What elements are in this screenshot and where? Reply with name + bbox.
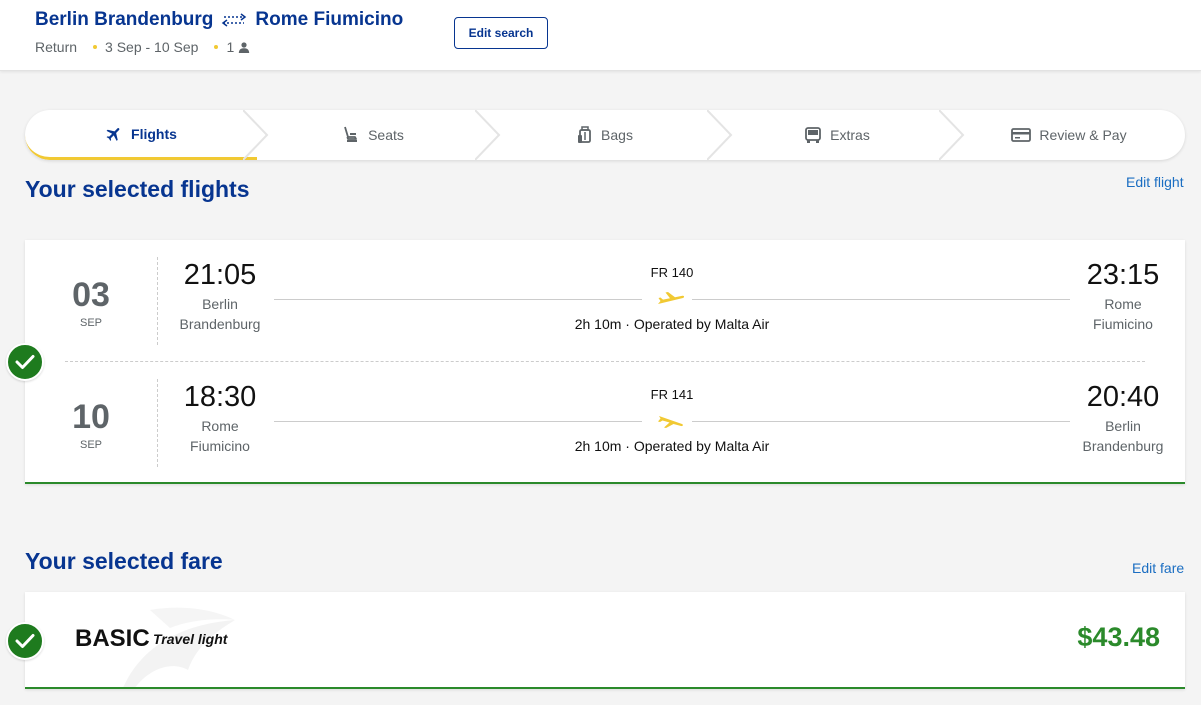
departure-block: 18:30 Rome Fiumicino bbox=[160, 380, 280, 456]
flight-number: FR 140 bbox=[650, 265, 694, 280]
trip-header: Berlin Brandenburg Rome Fiumicino Return… bbox=[0, 0, 1201, 71]
departure-time: 18:30 bbox=[183, 381, 257, 413]
arrival-airport: Brandenburg bbox=[1082, 438, 1164, 454]
step-divider bbox=[707, 110, 733, 160]
seat-icon bbox=[344, 126, 358, 142]
bag-icon bbox=[578, 126, 591, 143]
arrival-city: Berlin bbox=[1105, 418, 1141, 434]
arrival-time: 20:40 bbox=[1086, 381, 1160, 413]
date-day: 10 bbox=[72, 398, 110, 436]
separator-dot bbox=[214, 45, 219, 49]
flights-selected-check-icon bbox=[6, 343, 44, 381]
flight-duration-operator: 2h 10m · Operated by Malta Air bbox=[574, 438, 770, 454]
departure-time: 21:05 bbox=[183, 259, 257, 291]
route-line bbox=[692, 421, 1070, 422]
fare-tagline: Travel light bbox=[153, 631, 228, 647]
step-label: Seats bbox=[368, 127, 404, 143]
departure-city: Rome bbox=[201, 418, 239, 434]
fare-selected-check-icon bbox=[6, 622, 44, 660]
step-label: Bags bbox=[601, 127, 633, 143]
flight-row-outbound: 03 SEP 21:05 Berlin Brandenburg FR 140 2… bbox=[25, 252, 1185, 362]
plane-icon bbox=[106, 127, 120, 141]
card-icon bbox=[1011, 128, 1032, 142]
edit-fare-link[interactable]: Edit fare bbox=[1132, 560, 1184, 576]
flight-row-return: 10 SEP 18:30 Rome Fiumicino FR 141 2h 10… bbox=[25, 374, 1185, 484]
step-flights[interactable]: Flights bbox=[25, 110, 269, 160]
arrival-block: 20:40 Berlin Brandenburg bbox=[1063, 380, 1183, 456]
route-title: Berlin Brandenburg Rome Fiumicino bbox=[35, 9, 403, 31]
arrival-airport: Fiumicino bbox=[1093, 316, 1153, 332]
step-label: Flights bbox=[131, 125, 177, 142]
fare-section-title: Your selected fare bbox=[25, 548, 223, 574]
date-month: SEP bbox=[79, 317, 102, 329]
step-review-pay[interactable]: Review & Pay bbox=[953, 110, 1185, 160]
destination-label: Rome Fiumicino bbox=[255, 9, 404, 30]
arrival-time: 23:15 bbox=[1086, 259, 1160, 291]
date-month: SEP bbox=[79, 439, 102, 451]
plane-takeoff-icon bbox=[658, 292, 685, 304]
arrival-block: 23:15 Rome Fiumicino bbox=[1063, 258, 1183, 334]
date-day: 03 bbox=[72, 276, 110, 314]
fare-name: BASIC bbox=[75, 625, 150, 652]
flights-section-title: Your selected flights bbox=[25, 176, 250, 202]
step-label: Extras bbox=[830, 127, 870, 143]
edit-flight-link[interactable]: Edit flight bbox=[1126, 174, 1184, 190]
trip-type: Return bbox=[35, 39, 78, 55]
route-line bbox=[692, 299, 1070, 300]
departure-airport: Brandenburg bbox=[179, 316, 261, 332]
return-arrows-icon bbox=[222, 13, 247, 27]
departure-block: 21:05 Berlin Brandenburg bbox=[160, 258, 280, 334]
selected-flights-card: 03 SEP 21:05 Berlin Brandenburg FR 140 2… bbox=[25, 240, 1185, 484]
arrival-city: Rome bbox=[1104, 296, 1142, 312]
step-label: Review & Pay bbox=[1039, 127, 1127, 143]
route-line bbox=[274, 299, 642, 300]
flight-number: FR 141 bbox=[650, 387, 694, 402]
trip-dates: 3 Sep - 10 Sep bbox=[105, 39, 199, 55]
passenger-count: 1 bbox=[226, 39, 235, 55]
flight-date: 03 SEP bbox=[25, 257, 158, 345]
flight-date: 10 SEP bbox=[25, 379, 158, 467]
route-line bbox=[274, 421, 642, 422]
step-divider bbox=[939, 110, 965, 160]
departure-airport: Fiumicino bbox=[190, 438, 250, 454]
step-bags[interactable]: Bags bbox=[489, 110, 733, 160]
edit-search-button[interactable]: Edit search bbox=[454, 17, 548, 49]
plane-landing-icon bbox=[658, 416, 683, 428]
step-divider bbox=[475, 110, 501, 160]
flight-duration-operator: 2h 10m · Operated by Malta Air bbox=[574, 316, 770, 332]
trip-meta: Return 3 Sep - 10 Sep 1 bbox=[35, 39, 250, 55]
origin-label: Berlin Brandenburg bbox=[35, 9, 214, 30]
flight-divider bbox=[65, 361, 1145, 362]
selected-fare-card: BASIC Travel light $43.48 bbox=[25, 592, 1185, 689]
separator-dot bbox=[93, 45, 98, 49]
flight-info: FR 140 2h 10m · Operated by Malta Air bbox=[274, 252, 1070, 352]
step-divider bbox=[243, 110, 269, 160]
booking-stepper: Flights Seats Bags Extras Review & Pay bbox=[25, 110, 1185, 160]
fare-price: $43.48 bbox=[1077, 622, 1160, 652]
flight-info: FR 141 2h 10m · Operated by Malta Air bbox=[274, 374, 1070, 474]
departure-city: Berlin bbox=[202, 296, 238, 312]
step-seats[interactable]: Seats bbox=[257, 110, 501, 160]
bus-icon bbox=[805, 127, 822, 143]
step-extras[interactable]: Extras bbox=[721, 110, 965, 160]
person-icon bbox=[239, 41, 250, 53]
